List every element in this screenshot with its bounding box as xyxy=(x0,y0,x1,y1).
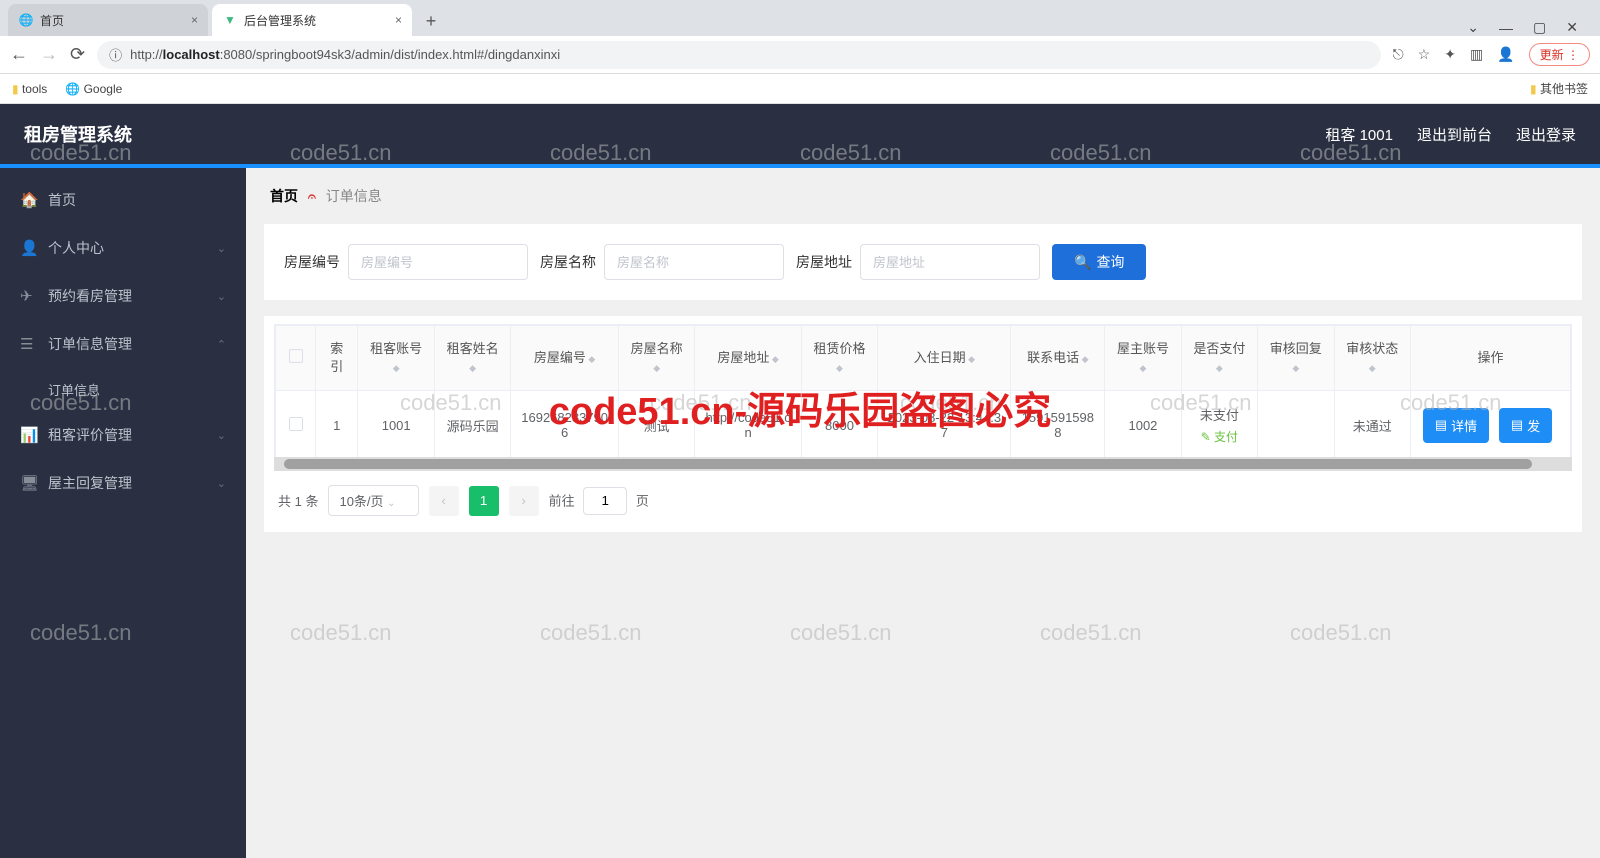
minimize-icon[interactable]: — xyxy=(1499,20,1513,36)
pay-link[interactable]: ✎ 支付 xyxy=(1201,428,1238,445)
reload-icon[interactable]: ⟳ xyxy=(70,44,85,65)
main-content: 首页 𝄐 订单信息 房屋编号 房屋名称 房屋地址 🔍查询 索引 租客账号 ◆ 租… xyxy=(246,168,1600,858)
app-title: 租房管理系统 xyxy=(24,121,132,147)
chart-icon: 📊 xyxy=(20,426,38,444)
orders-table: 索引 租客账号 ◆ 租客姓名 ◆ 房屋编号 ◆ 房屋名称 ◆ 房屋地址 ◆ 租赁… xyxy=(275,325,1571,460)
back-icon[interactable]: ← xyxy=(10,44,28,65)
monitor-icon: 🖥 xyxy=(20,474,38,492)
home-icon: 🏠 xyxy=(20,191,38,209)
url-input[interactable]: ⓘ http://localhost:8080/springboot94sk3/… xyxy=(97,41,1381,69)
separator-icon: 𝄐 xyxy=(308,188,316,205)
bookmark-tools[interactable]: ▮ tools xyxy=(12,82,47,96)
chevron-up-icon: ⌃ xyxy=(217,338,226,351)
next-page-button[interactable]: › xyxy=(509,486,539,516)
profile-icon[interactable]: 👤 xyxy=(1497,46,1514,63)
tab-label: 后台管理系统 xyxy=(244,12,316,29)
address-bar: ← → ⟳ ⓘ http://localhost:8080/springboot… xyxy=(0,36,1600,74)
to-front-link[interactable]: 退出到前台 xyxy=(1417,124,1492,145)
window-controls: ⌄ — ▢ ✕ xyxy=(1453,19,1592,36)
chevron-down-icon: ⌄ xyxy=(217,477,226,490)
bookmarks-bar: ▮ tools 🌐 Google ▮ 其他书签 xyxy=(0,74,1600,104)
sort-icon[interactable]: ◆ xyxy=(836,363,843,373)
table-panel: 索引 租客账号 ◆ 租客姓名 ◆ 房屋编号 ◆ 房屋名称 ◆ 房屋地址 ◆ 租赁… xyxy=(264,316,1582,532)
sort-icon[interactable]: ◆ xyxy=(1079,354,1088,364)
page-jump: 前往 页 xyxy=(549,487,649,515)
panel-icon[interactable]: ▥ xyxy=(1470,46,1483,63)
chevron-down-icon: ⌄ xyxy=(217,290,226,303)
send-icon: ✈ xyxy=(20,287,38,305)
user-icon: 👤 xyxy=(20,239,38,257)
sort-icon[interactable]: ◆ xyxy=(1369,363,1376,373)
close-window-icon[interactable]: ✕ xyxy=(1566,19,1578,36)
label-house-addr: 房屋地址 xyxy=(796,252,852,272)
browser-tab-1[interactable]: ▼ 后台管理系统 × xyxy=(212,4,412,36)
sort-icon[interactable]: ◆ xyxy=(653,363,660,373)
new-tab-button[interactable]: + xyxy=(416,6,446,36)
send-button[interactable]: ▤ 发 xyxy=(1499,408,1552,443)
page-size-select[interactable]: 10条/页 ⌄ xyxy=(328,485,418,516)
tab-label: 首页 xyxy=(40,12,64,29)
horizontal-scrollbar[interactable] xyxy=(274,457,1572,471)
input-house-no[interactable] xyxy=(348,244,528,280)
logout-link[interactable]: 退出登录 xyxy=(1516,124,1576,145)
input-house-addr[interactable] xyxy=(860,244,1040,280)
sort-icon[interactable]: ◆ xyxy=(586,354,595,364)
sidebar-item-home[interactable]: 🏠首页 xyxy=(0,176,246,224)
chevron-down-icon: ⌄ xyxy=(217,242,226,255)
maximize-icon[interactable]: ▢ xyxy=(1533,19,1546,36)
query-button[interactable]: 🔍查询 xyxy=(1052,244,1146,280)
close-icon[interactable]: × xyxy=(191,13,198,27)
label-house-no: 房屋编号 xyxy=(284,252,340,272)
input-house-name[interactable] xyxy=(604,244,784,280)
breadcrumb: 首页 𝄐 订单信息 xyxy=(264,182,1582,210)
pagination: 共 1 条 10条/页 ⌄ ‹ 1 › 前往 页 xyxy=(274,471,1572,516)
chevron-down-icon: ⌄ xyxy=(217,429,226,442)
sort-icon[interactable]: ◆ xyxy=(769,354,778,364)
star-icon[interactable]: ☆ xyxy=(1418,46,1431,63)
page-1-button[interactable]: 1 xyxy=(469,486,499,516)
total-count: 共 1 条 xyxy=(278,491,318,510)
browser-tab-0[interactable]: 🌐 首页 × xyxy=(8,4,208,36)
sidebar-item-reply[interactable]: 🖥屋主回复管理⌄ xyxy=(0,459,246,507)
other-bookmarks[interactable]: ▮ 其他书签 xyxy=(1530,80,1588,97)
close-icon[interactable]: × xyxy=(395,13,402,27)
sidebar-item-orders[interactable]: ☰订单信息管理⌃ xyxy=(0,320,246,368)
user-label[interactable]: 租客 1001 xyxy=(1325,124,1393,145)
sidebar-item-appointment[interactable]: ✈预约看房管理⌄ xyxy=(0,272,246,320)
sort-icon[interactable]: ◆ xyxy=(1139,363,1146,373)
table-row: 1 1001 源码乐园 1692682837906 测试 http://code… xyxy=(276,391,1571,460)
sidebar-item-review[interactable]: 📊租客评价管理⌄ xyxy=(0,411,246,459)
list-icon: ☰ xyxy=(20,335,38,353)
app-header: 租房管理系统 租客 1001 退出到前台 退出登录 xyxy=(0,104,1600,164)
sort-icon[interactable]: ◆ xyxy=(393,363,400,373)
sort-icon[interactable]: ◆ xyxy=(469,363,476,373)
label-house-name: 房屋名称 xyxy=(540,252,596,272)
sort-icon[interactable]: ◆ xyxy=(1292,363,1299,373)
extensions-icon[interactable]: ✦ xyxy=(1444,46,1456,63)
breadcrumb-current: 订单信息 xyxy=(326,186,382,206)
prev-page-button[interactable]: ‹ xyxy=(429,486,459,516)
sidebar-item-profile[interactable]: 👤个人中心⌄ xyxy=(0,224,246,272)
sidebar: 🏠首页 👤个人中心⌄ ✈预约看房管理⌄ ☰订单信息管理⌃ 订单信息 📊租客评价管… xyxy=(0,168,246,858)
search-panel: 房屋编号 房屋名称 房屋地址 🔍查询 xyxy=(264,224,1582,300)
globe-icon: 🌐 xyxy=(18,12,34,28)
checkbox-row[interactable] xyxy=(289,417,303,431)
forward-icon[interactable]: → xyxy=(40,44,58,65)
page-jump-input[interactable] xyxy=(583,487,627,515)
browser-tabs: 🌐 首页 × ▼ 后台管理系统 × + ⌄ — ▢ ✕ xyxy=(0,0,1600,36)
breadcrumb-home[interactable]: 首页 xyxy=(270,186,298,206)
update-pill[interactable]: 更新 ⋮ xyxy=(1529,43,1590,66)
vue-icon: ▼ xyxy=(222,12,238,28)
detail-button[interactable]: ▤ 详情 xyxy=(1423,408,1489,443)
sort-icon[interactable]: ◆ xyxy=(966,354,975,364)
share-icon[interactable]: ⎋ xyxy=(1393,46,1404,63)
checkbox-all[interactable] xyxy=(289,349,303,363)
info-icon: ⓘ xyxy=(109,45,122,64)
search-icon: 🔍 xyxy=(1074,254,1091,271)
sort-icon[interactable]: ◆ xyxy=(1216,363,1223,373)
chevron-down-icon[interactable]: ⌄ xyxy=(1467,19,1479,36)
bookmark-google[interactable]: 🌐 Google xyxy=(65,82,122,96)
sidebar-subitem-orderinfo[interactable]: 订单信息 xyxy=(40,368,246,411)
